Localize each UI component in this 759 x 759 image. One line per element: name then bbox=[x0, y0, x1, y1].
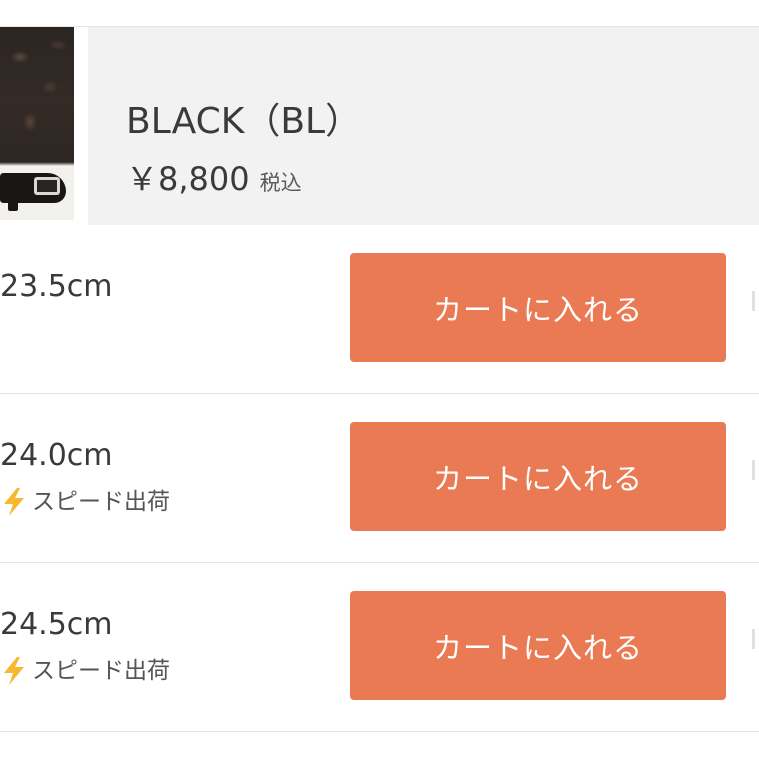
product-size-panel: BLACK（BL） ￥8,800 税込 23.5cm カートに入れる 24.0cm… bbox=[0, 0, 759, 759]
add-to-cart-button[interactable]: カートに入れる bbox=[350, 253, 726, 362]
color-header: BLACK（BL） ￥8,800 税込 bbox=[0, 27, 759, 225]
product-thumbnail bbox=[0, 27, 88, 225]
size-label: 24.5cm bbox=[0, 607, 113, 642]
size-label: 23.5cm bbox=[0, 269, 113, 304]
price-line: ￥8,800 税込 bbox=[126, 157, 302, 201]
add-to-cart-button[interactable]: カートに入れる bbox=[350, 591, 726, 700]
size-row: 24.0cm スピード出荷 カートに入れる bbox=[0, 394, 759, 563]
size-label: 24.0cm bbox=[0, 438, 113, 473]
lightning-bolt-icon bbox=[4, 657, 24, 685]
row-divider bbox=[0, 731, 759, 732]
speed-shipping-badge: スピード出荷 bbox=[0, 655, 170, 687]
speed-shipping-badge: スピード出荷 bbox=[0, 486, 170, 518]
price: ￥8,800 bbox=[126, 160, 250, 198]
add-to-cart-button[interactable]: カートに入れる bbox=[350, 422, 726, 531]
edge-indicator bbox=[752, 291, 755, 311]
lightning-bolt-icon bbox=[4, 488, 24, 516]
speed-shipping-label: スピード出荷 bbox=[32, 489, 170, 515]
speed-shipping-label: スピード出荷 bbox=[32, 658, 170, 684]
tax-label: 税込 bbox=[259, 171, 302, 195]
edge-indicator bbox=[752, 460, 755, 480]
color-name: BLACK（BL） bbox=[126, 101, 362, 142]
size-row: 24.5cm スピード出荷 カートに入れる bbox=[0, 563, 759, 732]
shoe-heel-shape bbox=[8, 195, 18, 211]
edge-indicator bbox=[752, 629, 755, 649]
shoe-buckle-shape bbox=[34, 177, 60, 195]
size-row: 23.5cm カートに入れる bbox=[0, 225, 759, 394]
